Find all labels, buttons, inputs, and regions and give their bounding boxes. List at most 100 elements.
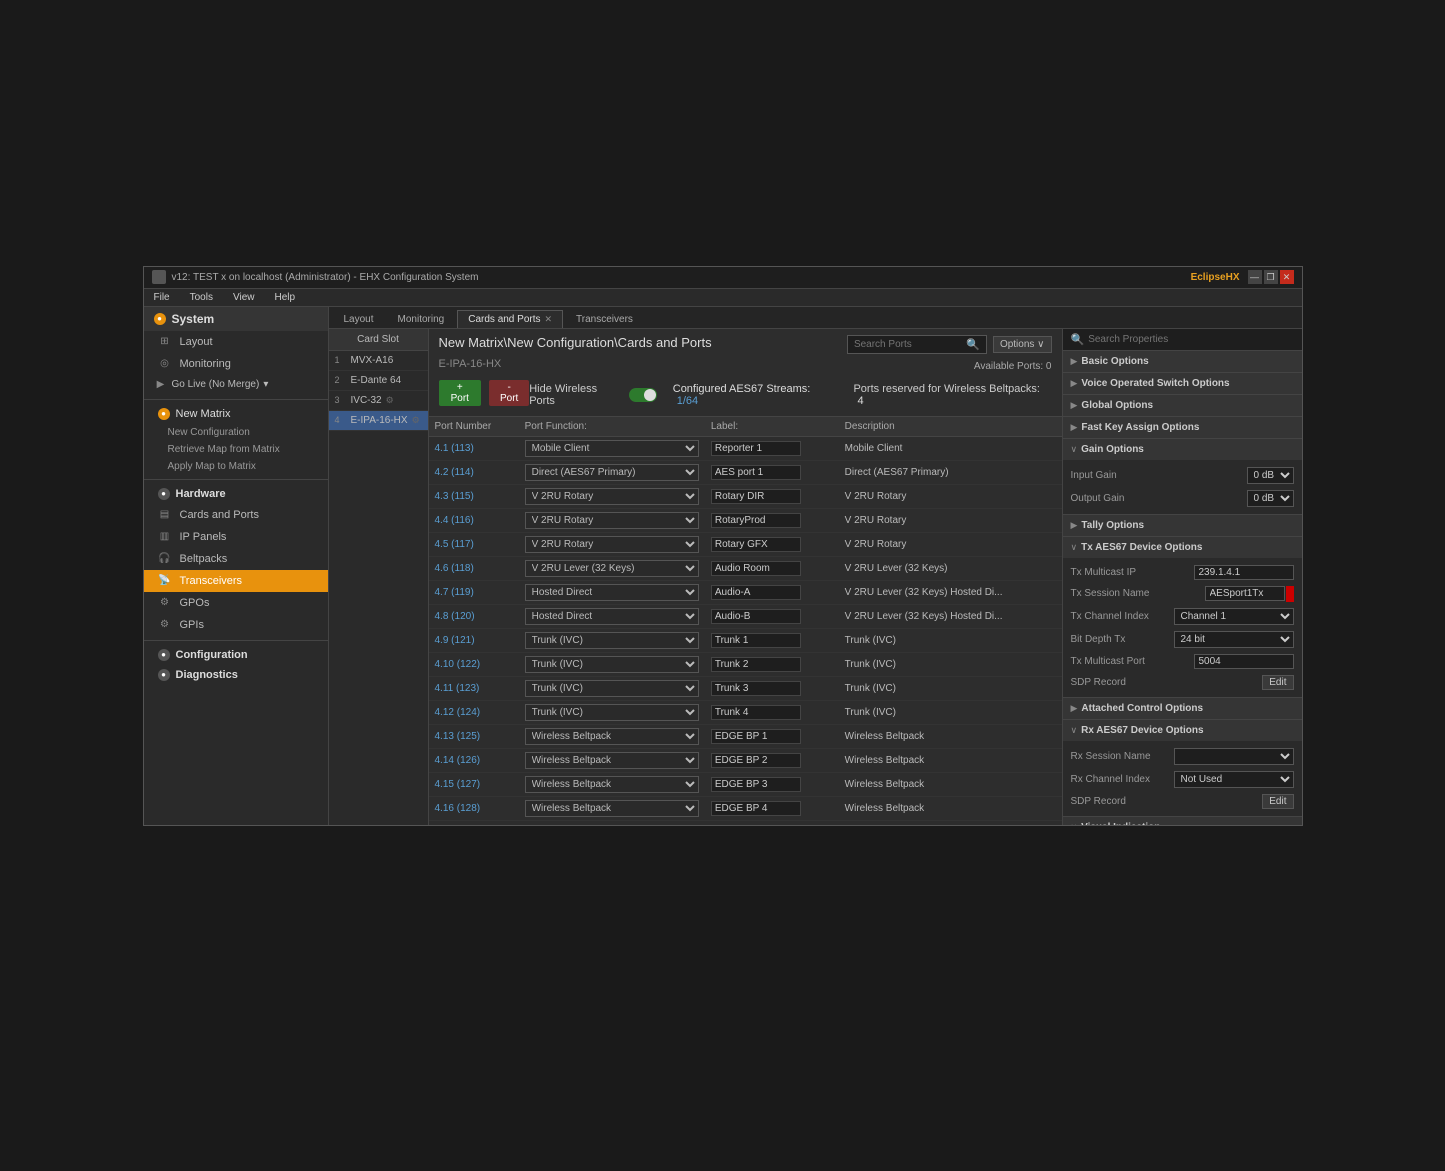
port-label-12[interactable]	[711, 729, 801, 744]
table-row[interactable]: 4.9 (121) Trunk (IVC) Trunk (IVC)	[429, 628, 1062, 652]
tx-channel-index-select[interactable]: Channel 1	[1174, 608, 1294, 625]
port-label-11[interactable]	[711, 705, 801, 720]
prop-basic-header[interactable]: ▶ Basic Options	[1063, 351, 1302, 372]
port-num-2[interactable]: 4.3 (115)	[435, 491, 474, 502]
bit-depth-select[interactable]: 24 bit	[1174, 631, 1294, 648]
rx-channel-index-select[interactable]: Not Used	[1174, 771, 1294, 788]
port-label-10[interactable]	[711, 681, 801, 696]
card-slot-item-3[interactable]: 3 IVC-32 ⚙	[329, 391, 428, 411]
port-func-select-10[interactable]: Trunk (IVC)	[525, 680, 699, 697]
port-label-5[interactable]	[711, 561, 801, 576]
port-label-13[interactable]	[711, 753, 801, 768]
port-label-4[interactable]	[711, 537, 801, 552]
tx-session-name-input[interactable]	[1205, 586, 1285, 601]
port-func-select-2[interactable]: V 2RU Rotary	[525, 488, 699, 505]
wireless-toggle-switch[interactable]	[629, 388, 657, 402]
port-func-select-12[interactable]: Wireless Beltpack	[525, 728, 699, 745]
tx-multicast-ip-input[interactable]	[1194, 565, 1294, 580]
prop-tally-header[interactable]: ▶ Tally Options	[1063, 515, 1302, 536]
port-num-5[interactable]: 4.6 (118)	[435, 563, 474, 574]
add-port-button[interactable]: + Port	[439, 380, 482, 406]
table-row[interactable]: 4.6 (118) V 2RU Lever (32 Keys) V 2RU Le…	[429, 556, 1062, 580]
sidebar-item-layout[interactable]: ⊞ Layout	[144, 331, 328, 353]
prop-attached-header[interactable]: ▶ Attached Control Options	[1063, 698, 1302, 719]
sdp-edit-button[interactable]: Edit	[1262, 675, 1293, 690]
port-label-9[interactable]	[711, 657, 801, 672]
sidebar-transceivers[interactable]: 📡 Transceivers	[144, 570, 328, 592]
port-func-select-6[interactable]: Hosted Direct	[525, 584, 699, 601]
sdp-edit-button-2[interactable]: Edit	[1262, 794, 1293, 809]
sidebar-ip-panels[interactable]: ▥ IP Panels	[144, 526, 328, 548]
tab-transceivers[interactable]: Transceivers	[565, 310, 644, 328]
card-slot-item-4[interactable]: 4 E-IPA-16-HX ⚙	[329, 411, 428, 431]
port-func-select-11[interactable]: Trunk (IVC)	[525, 704, 699, 721]
table-row[interactable]: 4.16 (128) Wireless Beltpack Wireless Be…	[429, 796, 1062, 820]
prop-tx-header[interactable]: ∨ Tx AES67 Device Options	[1063, 537, 1302, 558]
table-row[interactable]: 4.10 (122) Trunk (IVC) Trunk (IVC)	[429, 652, 1062, 676]
prop-gain-header[interactable]: ∨ Gain Options	[1063, 439, 1302, 460]
port-num-13[interactable]: 4.14 (126)	[435, 755, 481, 766]
sidebar-apply[interactable]: Apply Map to Matrix	[144, 458, 328, 475]
port-num-14[interactable]: 4.15 (127)	[435, 779, 481, 790]
table-row[interactable]: 4.13 (125) Wireless Beltpack Wireless Be…	[429, 724, 1062, 748]
minimize-button[interactable]: —	[1248, 270, 1262, 284]
port-func-select-1[interactable]: Direct (AES67 Primary)	[525, 464, 699, 481]
port-func-select-4[interactable]: V 2RU Rotary	[525, 536, 699, 553]
close-button[interactable]: ✕	[1280, 270, 1294, 284]
input-gain-select[interactable]: 0 dB	[1247, 467, 1294, 484]
table-row[interactable]: 4.14 (126) Wireless Beltpack Wireless Be…	[429, 748, 1062, 772]
table-row[interactable]: 4.1 (113) Mobile Client Mobile Client	[429, 436, 1062, 460]
menu-tools[interactable]: Tools	[186, 292, 217, 303]
menu-help[interactable]: Help	[270, 292, 299, 303]
prop-fastkey-header[interactable]: ▶ Fast Key Assign Options	[1063, 417, 1302, 438]
port-label-2[interactable]	[711, 489, 801, 504]
tab-cards-and-ports[interactable]: Cards and Ports ✕	[457, 310, 563, 328]
restore-button[interactable]: ❐	[1264, 270, 1278, 284]
table-row[interactable]: 4.2 (114) Direct (AES67 Primary) Direct …	[429, 460, 1062, 484]
table-row[interactable]: 4.5 (117) V 2RU Rotary V 2RU Rotary	[429, 532, 1062, 556]
port-num-11[interactable]: 4.12 (124)	[435, 707, 481, 718]
remove-port-button[interactable]: - Port	[489, 380, 529, 406]
prop-global-header[interactable]: ▶ Global Options	[1063, 395, 1302, 416]
port-num-4[interactable]: 4.5 (117)	[435, 539, 474, 550]
port-num-12[interactable]: 4.13 (125)	[435, 731, 481, 742]
port-num-0[interactable]: 4.1 (113)	[435, 443, 474, 454]
table-row[interactable]: 4.12 (124) Trunk (IVC) Trunk (IVC)	[429, 700, 1062, 724]
tab-monitoring[interactable]: Monitoring	[387, 310, 456, 328]
port-num-6[interactable]: 4.7 (119)	[435, 587, 474, 598]
search-box[interactable]: 🔍	[847, 335, 987, 354]
port-label-14[interactable]	[711, 777, 801, 792]
table-row[interactable]: 4.4 (116) V 2RU Rotary V 2RU Rotary	[429, 508, 1062, 532]
menu-file[interactable]: File	[150, 292, 174, 303]
port-label-0[interactable]	[711, 441, 801, 456]
port-label-1[interactable]	[711, 465, 801, 480]
sidebar-gpos[interactable]: ⚙ GPOs	[144, 592, 328, 614]
sidebar-cards-and-ports[interactable]: ▤ Cards and Ports	[144, 504, 328, 526]
port-num-7[interactable]: 4.8 (120)	[435, 611, 475, 622]
card-slot-item-2[interactable]: 2 E-Dante 64	[329, 371, 428, 391]
sidebar-gpis[interactable]: ⚙ GPIs	[144, 614, 328, 636]
table-row[interactable]: 4.11 (123) Trunk (IVC) Trunk (IVC)	[429, 676, 1062, 700]
table-row[interactable]: 4.15 (127) Wireless Beltpack Wireless Be…	[429, 772, 1062, 796]
prop-search-input[interactable]	[1088, 334, 1293, 345]
tx-multicast-port-input[interactable]	[1194, 654, 1294, 669]
table-row[interactable]: 4.8 (120) Hosted Direct V 2RU Lever (32 …	[429, 604, 1062, 628]
tab-close-icon[interactable]: ✕	[545, 314, 553, 325]
port-label-6[interactable]	[711, 585, 801, 600]
port-func-select-9[interactable]: Trunk (IVC)	[525, 656, 699, 673]
port-func-select-5[interactable]: V 2RU Lever (32 Keys)	[525, 560, 699, 577]
prop-visual-header[interactable]: ∨ Visual Indication	[1063, 817, 1302, 825]
search-input[interactable]	[854, 339, 966, 350]
port-num-3[interactable]: 4.4 (116)	[435, 515, 474, 526]
card-slot-item-1[interactable]: 1 MVX-A16	[329, 351, 428, 371]
table-row[interactable]: 4.7 (119) Hosted Direct V 2RU Lever (32 …	[429, 580, 1062, 604]
output-gain-select[interactable]: 0 dB	[1247, 490, 1294, 507]
port-func-select-3[interactable]: V 2RU Rotary	[525, 512, 699, 529]
sidebar-new-config[interactable]: New Configuration	[144, 424, 328, 441]
port-func-select-8[interactable]: Trunk (IVC)	[525, 632, 699, 649]
sidebar-retrieve[interactable]: Retrieve Map from Matrix	[144, 441, 328, 458]
port-label-15[interactable]	[711, 801, 801, 816]
port-label-7[interactable]	[711, 609, 801, 624]
sidebar-item-monitoring[interactable]: ◎ Monitoring	[144, 353, 328, 375]
port-func-select-0[interactable]: Mobile Client	[525, 440, 699, 457]
